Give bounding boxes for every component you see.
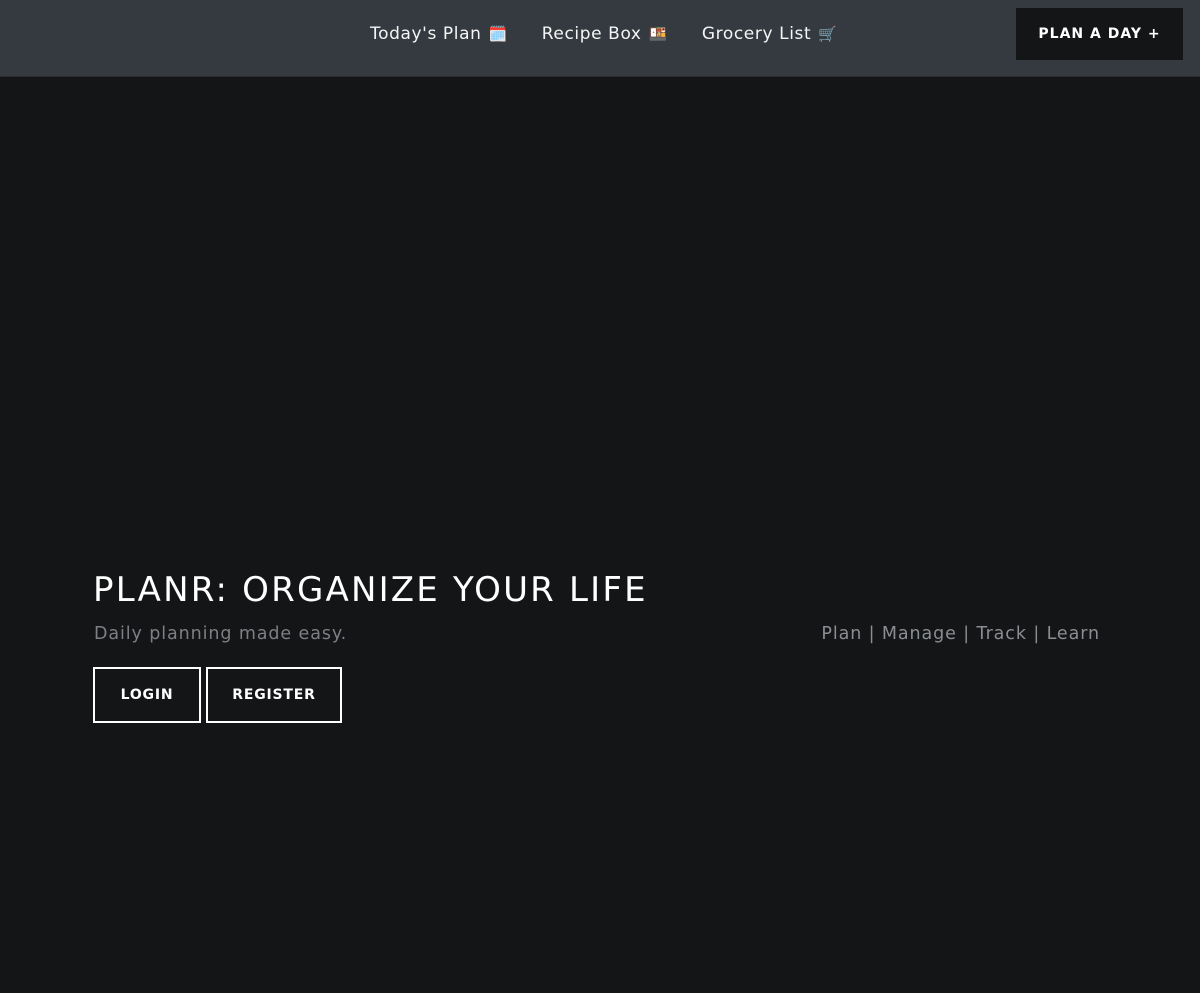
hero-tagline: Plan | Manage | Track | Learn <box>821 624 1100 644</box>
auth-buttons: LOGIN REGISTER <box>93 667 342 723</box>
top-navbar: Today's Plan 🗓️ Recipe Box 🍱 Grocery Lis… <box>0 0 1200 77</box>
register-button[interactable]: REGISTER <box>206 667 342 723</box>
bento-box-icon: 🍱 <box>648 24 668 43</box>
shopping-cart-icon: 🛒 <box>818 24 838 43</box>
nav-link-label: Grocery List <box>701 24 812 44</box>
nav-link-grocery-list[interactable]: Grocery List 🛒 <box>702 24 838 44</box>
nav-link-label: Today's Plan <box>370 24 482 44</box>
login-button[interactable]: LOGIN <box>93 667 201 723</box>
hero-subtitle: Daily planning made easy. <box>94 624 348 644</box>
nav-link-recipe-box[interactable]: Recipe Box 🍱 <box>542 24 668 44</box>
nav-link-label: Recipe Box <box>541 24 642 44</box>
nav-link-todays-plan[interactable]: Today's Plan 🗓️ <box>370 24 508 44</box>
hero-title: PLANR: ORGANIZE YOUR LIFE <box>93 570 648 610</box>
plan-a-day-button[interactable]: PLAN A DAY + <box>1016 8 1183 60</box>
calendar-icon: 🗓️ <box>488 24 508 43</box>
nav-links: Today's Plan 🗓️ Recipe Box 🍱 Grocery Lis… <box>370 0 872 68</box>
